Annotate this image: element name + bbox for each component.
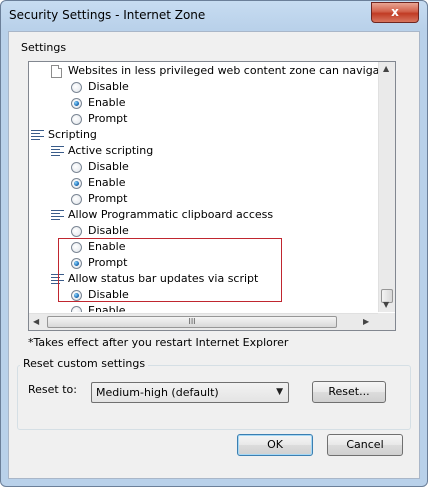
scroll-down-arrow-icon[interactable]: ▼ <box>383 300 389 309</box>
tree-option-row[interactable]: Enable <box>29 303 379 312</box>
horizontal-scrollbar[interactable]: ◀ III ▶ <box>29 313 379 330</box>
close-button[interactable]: x <box>371 2 419 23</box>
tree-option-row[interactable]: Enable <box>29 95 379 111</box>
reset-level-dropdown[interactable]: Medium-high (default) ▼ <box>91 382 289 403</box>
radio-button[interactable] <box>71 82 82 93</box>
option-label: Disable <box>88 224 129 237</box>
highlight-box <box>58 238 282 302</box>
scroll-grip-icon: III <box>188 317 196 326</box>
option-label: Prompt <box>88 192 128 205</box>
option-label: Disable <box>88 80 129 93</box>
reset-to-label: Reset to: <box>28 383 77 396</box>
security-settings-window: Security Settings - Internet Zone x Sett… <box>0 0 428 487</box>
radio-button[interactable] <box>71 306 82 312</box>
document-icon <box>51 65 62 78</box>
settings-tree[interactable]: Websites in less privileged web content … <box>28 61 396 331</box>
close-icon: x <box>391 5 399 19</box>
tree-setting-row: Active scripting <box>29 143 379 159</box>
setting-label: Active scripting <box>68 144 154 157</box>
cancel-button-label: Cancel <box>346 438 384 451</box>
scroll-up-arrow-icon[interactable]: ▲ <box>383 64 389 73</box>
window-title: Security Settings - Internet Zone <box>9 8 206 22</box>
option-label: Enable <box>88 96 126 109</box>
tree-option-row[interactable]: Disable <box>29 223 379 239</box>
scroll-left-arrow-icon[interactable]: ◀ <box>33 317 39 326</box>
vertical-scrollbar[interactable]: ▲ ▼ <box>378 62 395 312</box>
setting-label: Scripting <box>48 128 97 141</box>
setting-label: Allow Programmatic clipboard access <box>68 208 274 221</box>
radio-button[interactable] <box>71 178 82 189</box>
tree-setting-row: Allow Programmatic clipboard access <box>29 207 379 223</box>
restart-note: *Takes effect after you restart Internet… <box>28 336 289 349</box>
chevron-down-icon[interactable]: ▼ <box>276 383 283 402</box>
reset-group-title: Reset custom settings <box>20 357 149 370</box>
reset-button[interactable]: Reset... <box>312 381 386 403</box>
scroll-right-arrow-icon[interactable]: ▶ <box>363 317 369 326</box>
tree-setting-row: Scripting <box>29 127 379 143</box>
tree-option-row[interactable]: Prompt <box>29 191 379 207</box>
tree-option-row[interactable]: Prompt <box>29 111 379 127</box>
tree-option-row[interactable]: Disable <box>29 79 379 95</box>
radio-button[interactable] <box>71 98 82 109</box>
settings-icon <box>31 129 44 142</box>
horizontal-scroll-thumb[interactable]: III <box>47 316 337 328</box>
settings-icon <box>51 145 64 158</box>
reset-level-value: Medium-high (default) <box>96 386 219 399</box>
radio-button[interactable] <box>71 226 82 237</box>
settings-label: Settings <box>21 41 67 54</box>
option-label: Prompt <box>88 112 128 125</box>
setting-label: Websites in less privileged web content … <box>68 64 379 77</box>
radio-button[interactable] <box>71 114 82 125</box>
dialog-client-area: Settings Websites in less privileged web… <box>8 31 420 479</box>
tree-option-row[interactable]: Disable <box>29 159 379 175</box>
scrollbar-corner <box>378 313 395 330</box>
option-label: Enable <box>88 304 126 312</box>
radio-button[interactable] <box>71 194 82 205</box>
title-bar[interactable]: Security Settings - Internet Zone x <box>1 1 427 31</box>
ok-button[interactable]: OK <box>237 434 313 456</box>
option-label: Enable <box>88 176 126 189</box>
radio-button[interactable] <box>71 162 82 173</box>
settings-icon <box>51 209 64 222</box>
tree-option-row[interactable]: Enable <box>29 175 379 191</box>
ok-button-label: OK <box>267 438 283 451</box>
option-label: Disable <box>88 160 129 173</box>
cancel-button[interactable]: Cancel <box>327 434 403 456</box>
reset-button-label: Reset... <box>328 385 370 398</box>
tree-setting-row: Websites in less privileged web content … <box>29 63 379 79</box>
